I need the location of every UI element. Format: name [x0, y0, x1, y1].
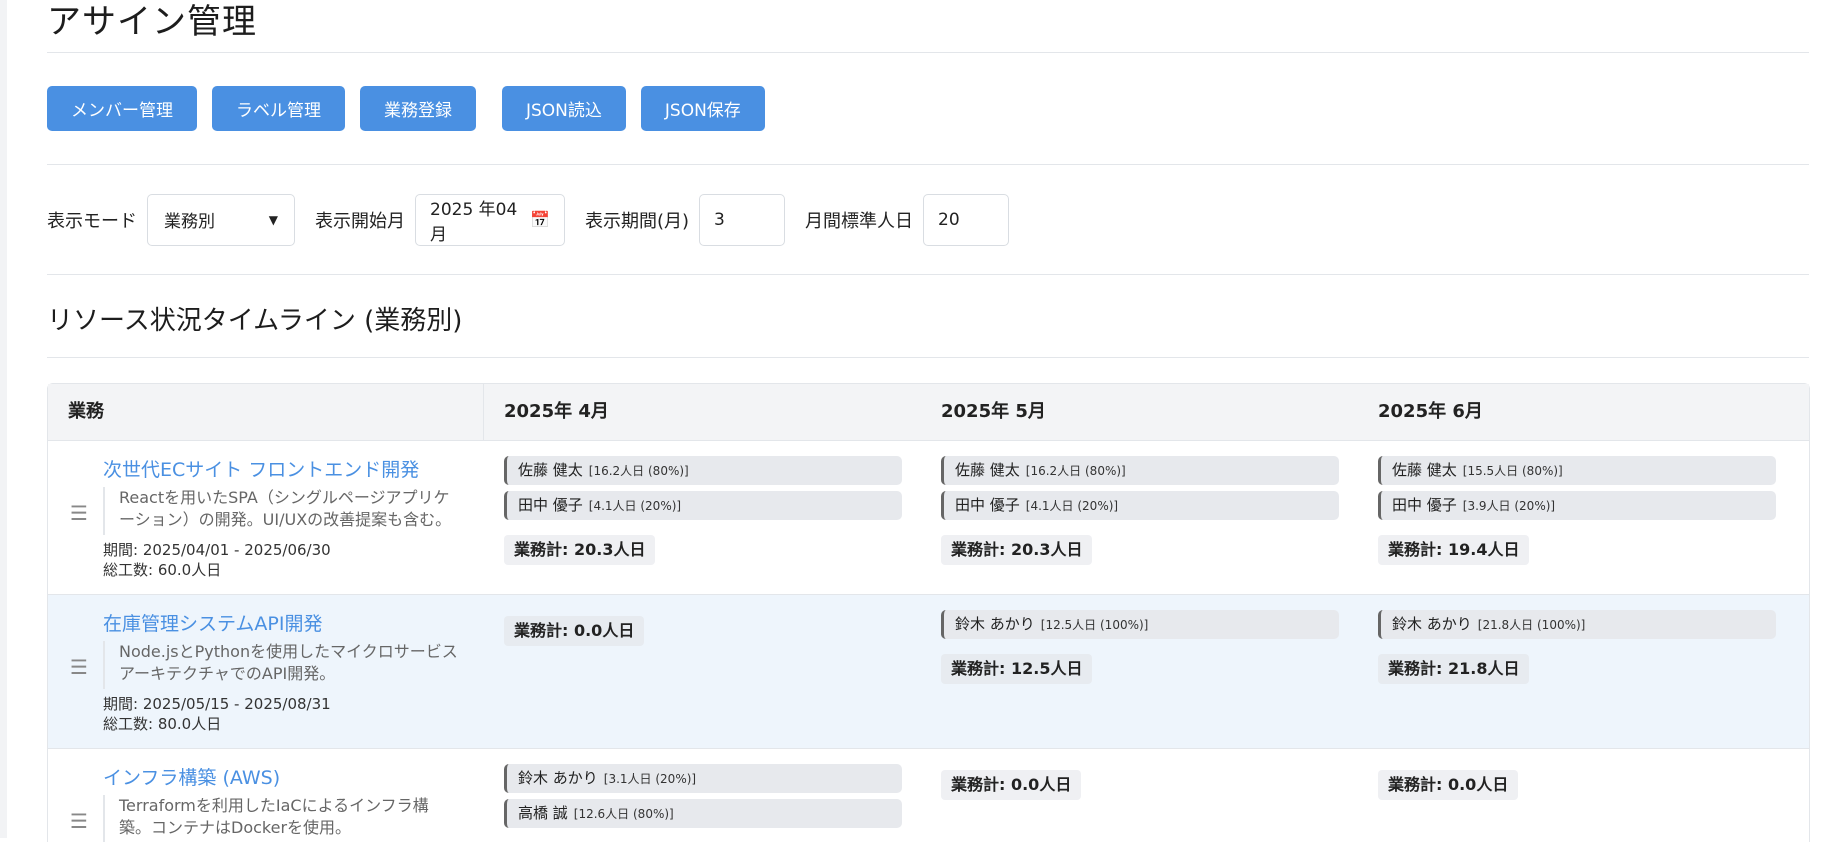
assignment-chip[interactable]: 佐藤 健太 [16.2人日 (80%)] — [504, 456, 902, 485]
table-row: ☰ 在庫管理システムAPI開発 Node.jsとPythonを使用したマイクロサ… — [48, 595, 1809, 749]
timeline-table: 業務 2025年 4月 2025年 5月 2025年 6月 ☰ 次世代ECサイト… — [47, 383, 1810, 842]
assignment-detail: [12.5人日 (100%)] — [1040, 618, 1149, 632]
task-month-total: 業務計: 0.0人日 — [941, 770, 1082, 800]
month-cell: 業務計: 0.0人日 — [921, 749, 1358, 842]
header-month: 2025年 4月 — [504, 401, 609, 422]
header-month: 2025年 6月 — [1378, 401, 1483, 422]
member-name: 鈴木 あかり — [955, 615, 1035, 633]
task-month-total: 業務計: 0.0人日 — [1378, 770, 1519, 800]
json-save-button[interactable]: JSON保存 — [640, 86, 765, 131]
month-cell: 鈴木 あかり [12.5人日 (100%)] 業務計: 12.5人日 — [921, 595, 1358, 748]
task-description: Node.jsとPythonを使用したマイクロサービスアーキテクチャでのAPI開… — [103, 641, 459, 689]
header-task: 業務 — [48, 384, 484, 440]
member-name: 佐藤 健太 — [1392, 461, 1457, 479]
member-name: 高橋 誠 — [518, 804, 568, 822]
month-cell: 佐藤 健太 [15.5人日 (80%)] 田中 優子 [3.9人日 (20%)] 業… — [1358, 441, 1809, 594]
start-month-label: 表示開始月 — [315, 210, 405, 232]
standard-days-label: 月間標準人日 — [805, 210, 914, 232]
task-month-total: 業務計: 0.0人日 — [504, 616, 645, 646]
assignment-chip[interactable]: 田中 優子 [4.1人日 (20%)] — [941, 491, 1339, 520]
standard-days-input[interactable]: 20 — [923, 193, 1010, 246]
label-management-button[interactable]: ラベル管理 — [212, 86, 345, 131]
task-month-total: 業務計: 19.4人日 — [1378, 535, 1530, 565]
calendar-icon: 📅 — [530, 210, 550, 229]
member-name: 田中 優子 — [518, 496, 583, 514]
task-cell: ☰ 次世代ECサイト フロントエンド開発 Reactを用いたSPA（シングルペー… — [48, 441, 484, 594]
task-title-link[interactable]: 在庫管理システムAPI開発 — [103, 610, 484, 639]
member-management-button[interactable]: メンバー管理 — [47, 86, 197, 131]
timeline-title: リソース状況タイムライン (業務別) — [47, 306, 463, 336]
task-month-total: 業務計: 12.5人日 — [941, 654, 1093, 684]
task-register-button[interactable]: 業務登録 — [360, 86, 476, 131]
task-month-total: 業務計: 20.3人日 — [941, 535, 1093, 565]
drag-handle-icon[interactable]: ☰ — [70, 501, 88, 525]
assignment-chip[interactable]: 鈴木 あかり [21.8人日 (100%)] — [1378, 610, 1776, 639]
assignment-chip[interactable]: 佐藤 健太 [15.5人日 (80%)] — [1378, 456, 1776, 485]
start-month-value: 2025 年04月 — [430, 199, 518, 245]
table-row: ☰ 次世代ECサイト フロントエンド開発 Reactを用いたSPA（シングルペー… — [48, 441, 1809, 595]
mode-label: 表示モード — [47, 210, 137, 232]
task-description: Reactを用いたSPA（シングルページアプリケーション）の開発。UI/UXの改… — [103, 487, 459, 535]
month-cell: 業務計: 0.0人日 — [484, 595, 921, 748]
task-title-link[interactable]: 次世代ECサイト フロントエンド開発 — [103, 456, 484, 485]
main-content: アサイン管理 メンバー管理 ラベル管理 業務登録 JSON読込 JSON保存 表… — [47, 0, 1810, 842]
task-cell: ☰ 在庫管理システムAPI開発 Node.jsとPythonを使用したマイクロサ… — [48, 595, 484, 748]
member-name: 鈴木 あかり — [1392, 615, 1472, 633]
display-controls: 表示モード 業務別 ▼ 表示開始月 2025 年04月 📅 表示期間(月) 3 … — [47, 165, 1809, 274]
task-description: Terraformを利用したIaCによるインフラ構築。コンテナはDockerを使… — [103, 795, 459, 842]
task-title-link[interactable]: インフラ構築 (AWS) — [103, 764, 484, 793]
month-cell: 佐藤 健太 [16.2人日 (80%)] 田中 優子 [4.1人日 (20%)] 業… — [484, 441, 921, 594]
assignment-detail: [3.1人日 (20%)] — [603, 772, 697, 786]
standard-days-value: 20 — [938, 209, 960, 230]
task-period: 期間: 2025/04/01 - 2025/06/30 — [103, 541, 331, 559]
member-name: 田中 優子 — [955, 496, 1020, 514]
member-name: 佐藤 健太 — [518, 461, 583, 479]
task-month-total: 業務計: 20.3人日 — [504, 535, 656, 565]
member-name: 佐藤 健太 — [955, 461, 1020, 479]
task-effort: 総工数: 80.0人日 — [103, 715, 222, 733]
assignment-chip[interactable]: 高橋 誠 [12.6人日 (80%)] — [504, 799, 902, 828]
mode-select[interactable]: 業務別 ▼ — [147, 193, 295, 246]
member-name: 田中 優子 — [1392, 496, 1457, 514]
task-cell: ☰ インフラ構築 (AWS) Terraformを利用したIaCによるインフラ構… — [48, 749, 484, 842]
month-cell: 鈴木 あかり [3.1人日 (20%)] 高橋 誠 [12.6人日 (80%)] — [484, 749, 921, 842]
assignment-detail: [16.2人日 (80%)] — [1025, 464, 1126, 478]
page-title: アサイン管理 — [47, 2, 257, 42]
assignment-chip[interactable]: 鈴木 あかり [12.5人日 (100%)] — [941, 610, 1339, 639]
toolbar: メンバー管理 ラベル管理 業務登録 JSON読込 JSON保存 — [47, 53, 1809, 164]
assignment-chip[interactable]: 鈴木 あかり [3.1人日 (20%)] — [504, 764, 902, 793]
period-label: 表示期間(月) — [585, 210, 690, 232]
assignment-chip[interactable]: 田中 優子 [4.1人日 (20%)] — [504, 491, 902, 520]
assignment-detail: [4.1人日 (20%)] — [588, 499, 682, 513]
task-period: 期間: 2025/05/15 - 2025/08/31 — [103, 695, 331, 713]
assignment-chip[interactable]: 田中 優子 [3.9人日 (20%)] — [1378, 491, 1776, 520]
member-name: 鈴木 あかり — [518, 769, 598, 787]
mode-select-value: 業務別 — [164, 212, 215, 232]
table-header: 業務 2025年 4月 2025年 5月 2025年 6月 — [48, 384, 1809, 441]
assignment-detail: [21.8人日 (100%)] — [1477, 618, 1586, 632]
header-month: 2025年 5月 — [941, 401, 1046, 422]
assignment-detail: [16.2人日 (80%)] — [588, 464, 689, 478]
assignment-chip[interactable]: 佐藤 健太 [16.2人日 (80%)] — [941, 456, 1339, 485]
period-input[interactable]: 3 — [699, 193, 786, 246]
month-cell: 佐藤 健太 [16.2人日 (80%)] 田中 優子 [4.1人日 (20%)] 業… — [921, 441, 1358, 594]
chevron-down-icon: ▼ — [268, 212, 278, 227]
left-edge — [0, 0, 7, 838]
drag-handle-icon[interactable]: ☰ — [70, 809, 88, 833]
drag-handle-icon[interactable]: ☰ — [70, 655, 88, 679]
start-month-input[interactable]: 2025 年04月 📅 — [415, 193, 565, 246]
month-cell: 業務計: 0.0人日 — [1358, 749, 1809, 842]
month-cell: 鈴木 あかり [21.8人日 (100%)] 業務計: 21.8人日 — [1358, 595, 1809, 748]
json-load-button[interactable]: JSON読込 — [502, 86, 626, 131]
divider — [47, 357, 1809, 358]
task-month-total: 業務計: 21.8人日 — [1378, 654, 1530, 684]
task-effort: 総工数: 60.0人日 — [103, 561, 222, 579]
assignment-detail: [15.5人日 (80%)] — [1462, 464, 1563, 478]
table-row: ☰ インフラ構築 (AWS) Terraformを利用したIaCによるインフラ構… — [48, 749, 1809, 842]
assignment-detail: [3.9人日 (20%)] — [1462, 499, 1556, 513]
assignment-detail: [12.6人日 (80%)] — [573, 807, 674, 821]
period-value: 3 — [714, 209, 725, 230]
assignment-detail: [4.1人日 (20%)] — [1025, 499, 1119, 513]
